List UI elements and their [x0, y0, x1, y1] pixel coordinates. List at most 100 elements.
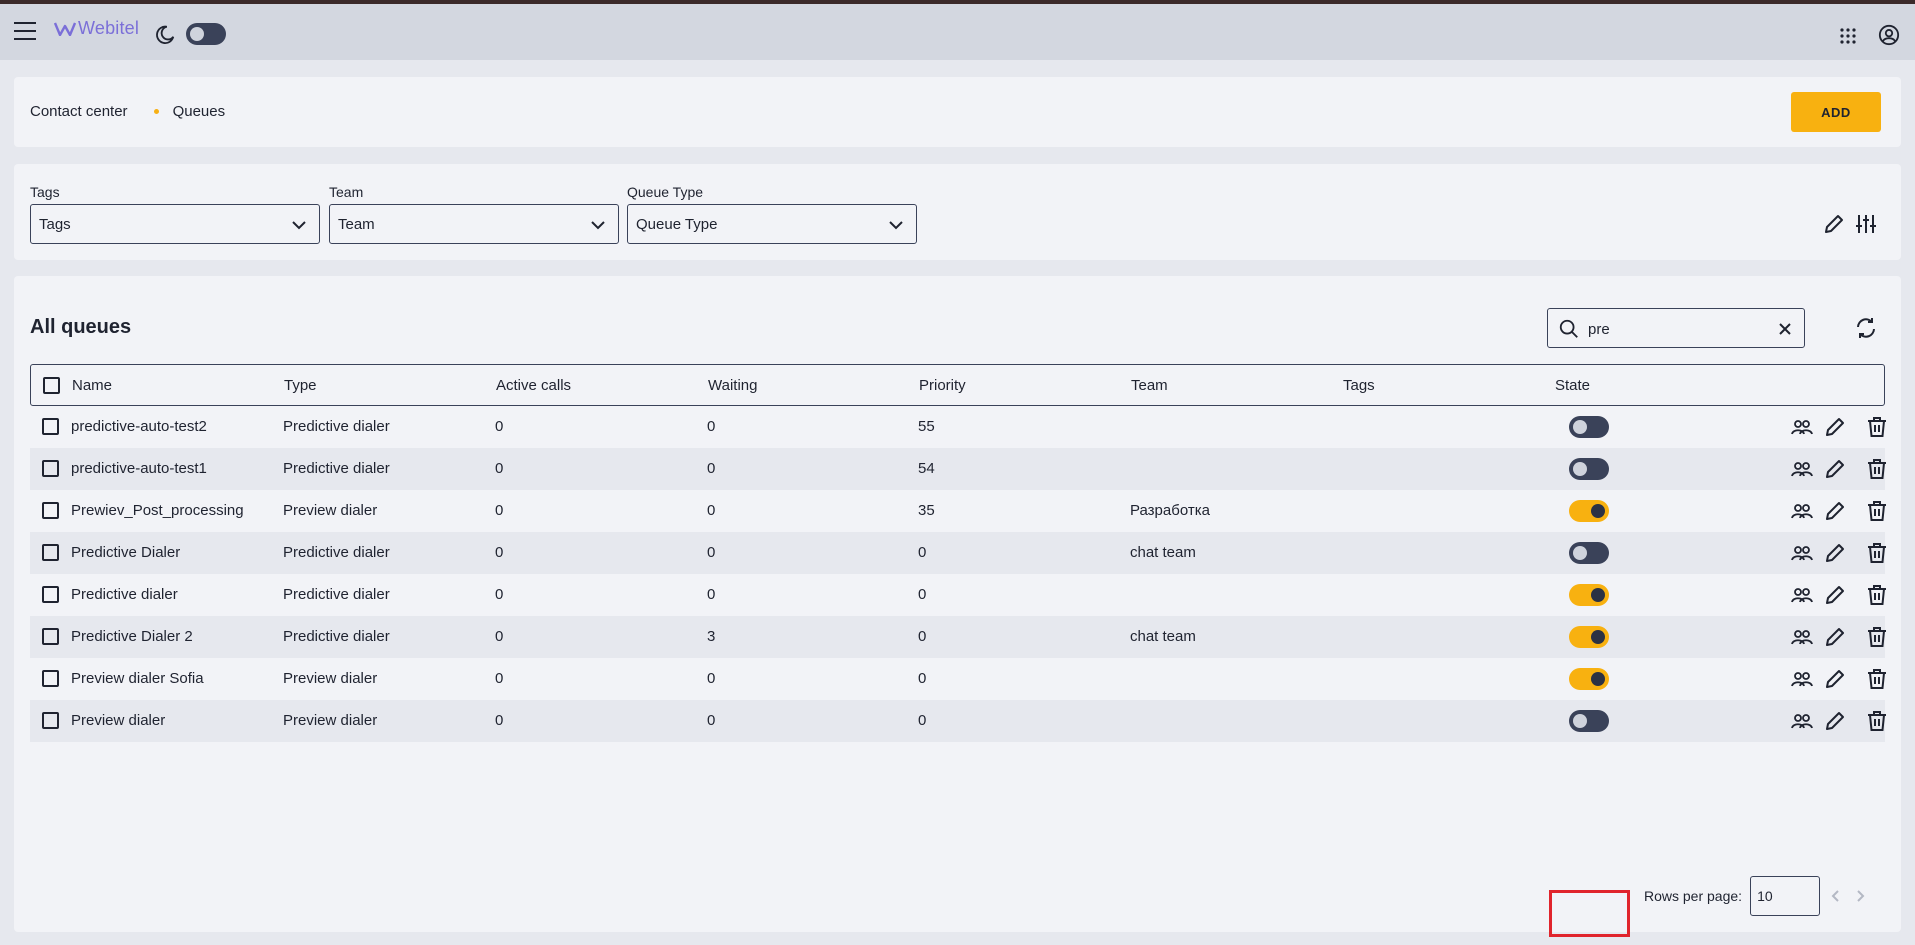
queue-name-cell[interactable]: Predictive Dialer — [71, 544, 180, 561]
column-header-waiting[interactable]: Waiting — [708, 377, 757, 394]
active-calls-cell: 0 — [495, 586, 504, 603]
members-icon[interactable] — [1790, 667, 1814, 691]
members-icon[interactable] — [1790, 541, 1814, 565]
toggle-knob — [1591, 672, 1605, 686]
row-checkbox[interactable] — [42, 502, 59, 519]
table-row[interactable]: Preview dialer Preview dialer 0 0 0 — [30, 700, 1886, 742]
edit-icon[interactable] — [1823, 457, 1847, 481]
table-row[interactable]: predictive-auto-test1 Predictive dialer 0 0… — [30, 448, 1886, 490]
table-row[interactable]: Prewiev_Post_processing Preview dialer 0 0 3… — [30, 490, 1886, 532]
column-header-type[interactable]: Type — [284, 377, 317, 394]
column-header-priority[interactable]: Priority — [919, 377, 966, 394]
edit-icon[interactable] — [1823, 667, 1847, 691]
column-header-active-calls[interactable]: Active calls — [496, 377, 571, 394]
members-icon[interactable] — [1790, 499, 1814, 523]
state-toggle[interactable] — [1569, 542, 1609, 564]
row-checkbox[interactable] — [42, 628, 59, 645]
edit-icon[interactable] — [1823, 415, 1847, 439]
row-checkbox[interactable] — [42, 460, 59, 477]
add-button[interactable]: ADD — [1791, 92, 1881, 132]
queue-name-cell[interactable]: Preview dialer Sofia — [71, 670, 204, 687]
queue-name-cell[interactable]: Predictive dialer — [71, 586, 178, 603]
column-header-name[interactable]: Name — [72, 377, 112, 394]
queue-name-cell[interactable]: predictive-auto-test1 — [71, 460, 207, 477]
members-icon[interactable] — [1790, 415, 1814, 439]
delete-icon[interactable] — [1865, 709, 1889, 733]
state-toggle[interactable] — [1569, 500, 1609, 522]
delete-icon[interactable] — [1865, 583, 1889, 607]
apps-grid-icon[interactable] — [1840, 28, 1856, 44]
delete-icon[interactable] — [1865, 541, 1889, 565]
delete-icon[interactable] — [1865, 667, 1889, 691]
rows-per-page-input[interactable] — [1750, 876, 1821, 916]
members-icon[interactable] — [1790, 709, 1814, 733]
column-header-state[interactable]: State — [1555, 377, 1590, 394]
app-logo[interactable]: Webitel — [54, 18, 139, 39]
chevron-down-icon — [292, 221, 306, 230]
active-calls-cell: 0 — [495, 460, 504, 477]
table-row[interactable]: Predictive Dialer 2 Predictive dialer 0 3 0 c… — [30, 616, 1886, 658]
filter-settings-icon[interactable] — [1854, 212, 1878, 236]
table-row[interactable]: Predictive dialer Predictive dialer 0 0 0 — [30, 574, 1886, 616]
state-toggle[interactable] — [1569, 458, 1609, 480]
row-checkbox[interactable] — [42, 544, 59, 561]
row-checkbox[interactable] — [42, 418, 59, 435]
toggle-knob — [1573, 546, 1587, 560]
edit-filters-icon[interactable] — [1822, 212, 1846, 236]
edit-icon[interactable] — [1823, 541, 1847, 565]
filter-team-value: Team — [338, 216, 375, 233]
members-icon[interactable] — [1790, 583, 1814, 607]
filter-tags-select[interactable]: Tags — [30, 204, 320, 244]
state-toggle[interactable] — [1569, 668, 1609, 690]
delete-icon[interactable] — [1865, 625, 1889, 649]
chevron-left-icon[interactable] — [1828, 888, 1844, 904]
state-toggle[interactable] — [1569, 626, 1609, 648]
delete-icon[interactable] — [1865, 499, 1889, 523]
table-row[interactable]: Predictive Dialer Predictive dialer 0 0 0 cha… — [30, 532, 1886, 574]
menu-icon[interactable] — [14, 22, 36, 40]
row-checkbox[interactable] — [42, 670, 59, 687]
delete-icon[interactable] — [1865, 457, 1889, 481]
priority-cell: 35 — [918, 502, 935, 519]
chevron-right-icon[interactable] — [1852, 888, 1868, 904]
search-input[interactable] — [1588, 317, 1768, 341]
queue-name-cell[interactable]: Prewiev_Post_processing — [71, 502, 244, 519]
members-icon[interactable] — [1790, 457, 1814, 481]
queue-name-cell[interactable]: Predictive Dialer 2 — [71, 628, 193, 645]
column-header-team[interactable]: Team — [1131, 377, 1168, 394]
edit-icon[interactable] — [1823, 625, 1847, 649]
edit-icon[interactable] — [1823, 709, 1847, 733]
refresh-icon[interactable] — [1854, 316, 1878, 340]
logo-text: Webitel — [78, 18, 140, 38]
toggle-knob — [1573, 420, 1587, 434]
filter-team-select[interactable]: Team — [329, 204, 619, 244]
search-box[interactable] — [1547, 308, 1805, 348]
state-toggle[interactable] — [1569, 710, 1609, 732]
column-header-tags[interactable]: Tags — [1343, 377, 1375, 394]
row-checkbox[interactable] — [42, 712, 59, 729]
select-all-checkbox[interactable] — [43, 377, 60, 394]
chevron-down-icon — [591, 221, 605, 230]
queue-name-cell[interactable]: predictive-auto-test2 — [71, 418, 207, 435]
filter-queue-type-select[interactable]: Queue Type — [627, 204, 917, 244]
row-checkbox[interactable] — [42, 586, 59, 603]
members-icon[interactable] — [1790, 625, 1814, 649]
theme-toggle[interactable] — [186, 23, 226, 45]
table-header: Name Type Active calls Waiting Priority … — [30, 364, 1885, 406]
moon-icon — [156, 25, 175, 44]
filters-card: Tags Tags Team Team Queue Type Queue Typ… — [14, 164, 1901, 260]
priority-cell: 54 — [918, 460, 935, 477]
queue-name-cell[interactable]: Preview dialer — [71, 712, 165, 729]
edit-icon[interactable] — [1823, 583, 1847, 607]
close-icon[interactable] — [1778, 322, 1792, 336]
table-row[interactable]: predictive-auto-test2 Predictive dialer 0 0… — [30, 406, 1886, 448]
breadcrumb-item-contact-center[interactable]: Contact center — [30, 103, 128, 120]
account-icon[interactable] — [1878, 24, 1900, 46]
header-card: Contact center Queues ADD — [14, 77, 1901, 147]
state-toggle[interactable] — [1569, 584, 1609, 606]
table-row[interactable]: Preview dialer Sofia Preview dialer 0 0 0 — [30, 658, 1886, 700]
filter-tags: Tags Tags — [30, 182, 320, 244]
delete-icon[interactable] — [1865, 415, 1889, 439]
state-toggle[interactable] — [1569, 416, 1609, 438]
edit-icon[interactable] — [1823, 499, 1847, 523]
